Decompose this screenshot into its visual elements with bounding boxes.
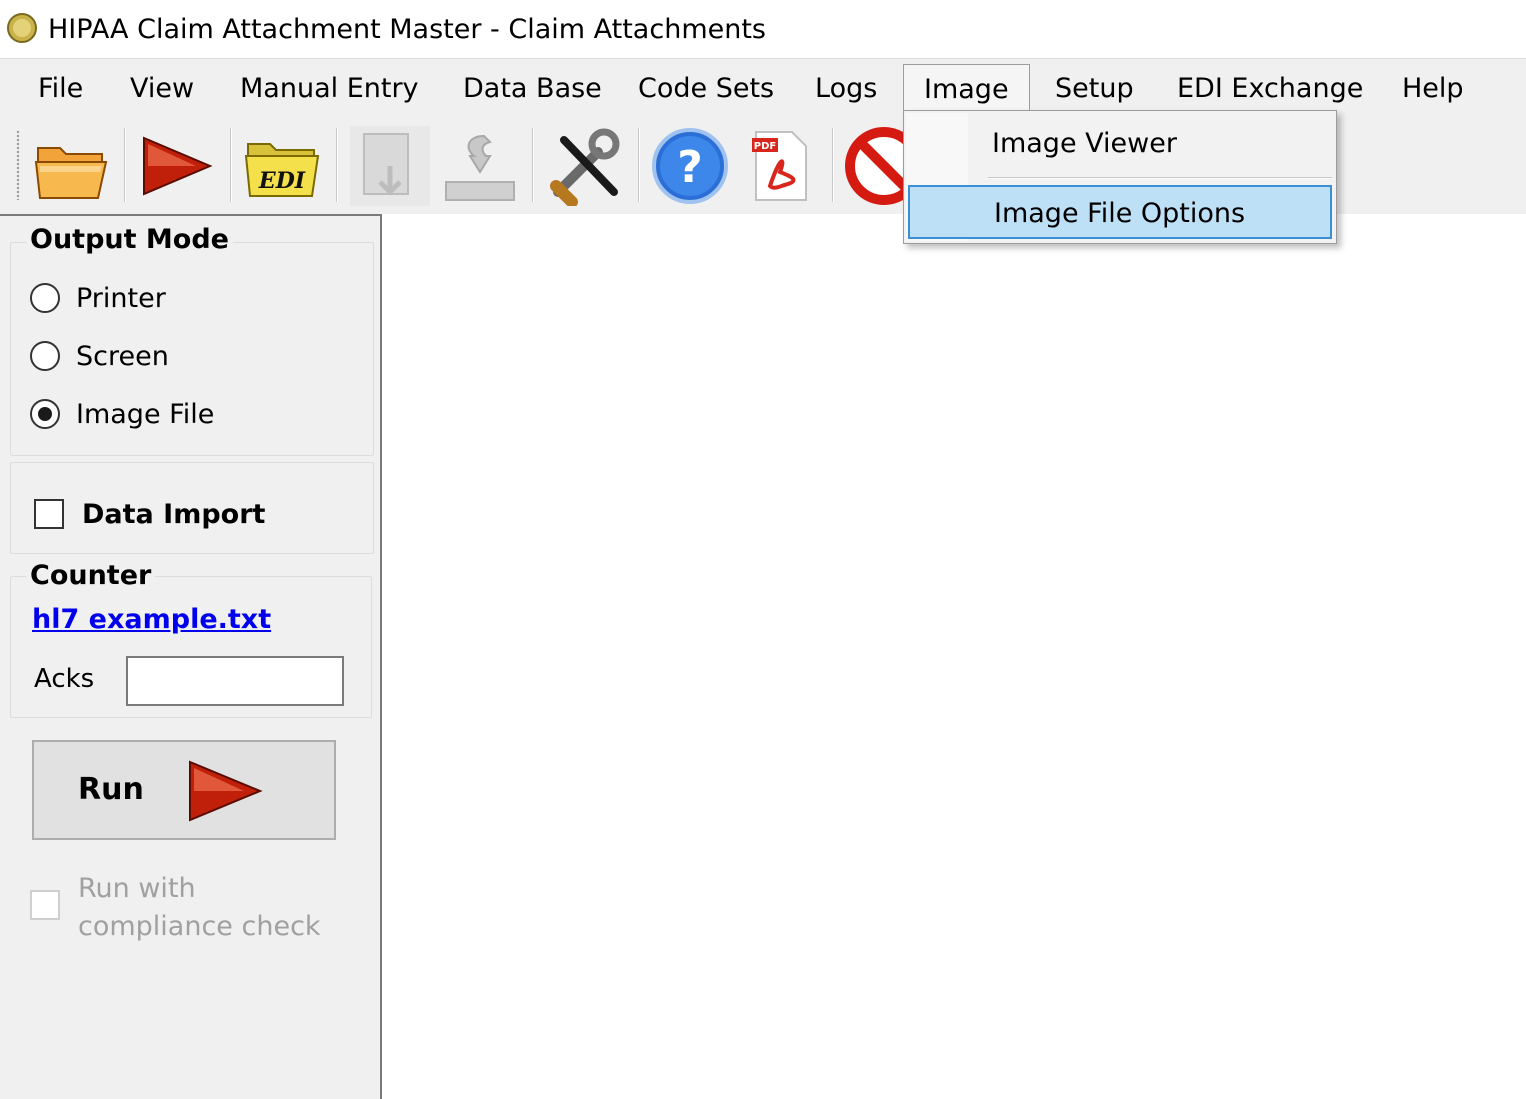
radio-screen[interactable]: Screen — [30, 336, 169, 376]
menu-edi-exchange[interactable]: EDI Exchange — [1173, 69, 1367, 109]
svg-text:PDF: PDF — [754, 141, 776, 152]
menu-code-sets[interactable]: Code Sets — [634, 69, 778, 109]
radio-printer[interactable]: Printer — [30, 278, 166, 318]
menu-data-base[interactable]: Data Base — [459, 69, 606, 109]
radio-image-file-button[interactable] — [30, 399, 60, 429]
radio-screen-button[interactable] — [30, 341, 60, 371]
open-folder-button[interactable] — [32, 126, 112, 206]
file-link[interactable]: hl7 example.txt — [32, 604, 271, 635]
menu-file[interactable]: File — [34, 69, 87, 109]
tools-icon — [550, 128, 620, 206]
run-toolbar-button[interactable] — [136, 126, 216, 206]
download-icon — [363, 133, 409, 196]
compliance-label-line2: compliance check — [78, 911, 321, 942]
menu-item-image-file-options[interactable]: Image File Options — [908, 185, 1332, 239]
radio-printer-label: Printer — [76, 282, 166, 314]
menu-separator — [988, 177, 1332, 179]
run-arrow-icon — [143, 136, 213, 196]
radio-screen-label: Screen — [76, 340, 169, 372]
pdf-icon: PDF — [752, 131, 807, 201]
data-import-label: Data Import — [82, 498, 266, 530]
import-button[interactable] — [440, 126, 520, 206]
toolbar-grip[interactable] — [16, 130, 20, 200]
import-icon — [445, 134, 515, 201]
title-bar: HIPAA Claim Attachment Master - Claim At… — [0, 0, 1526, 58]
help-button[interactable]: ? — [650, 126, 730, 206]
compliance-label-line1: Run with — [78, 873, 196, 904]
app-coin-icon — [7, 13, 37, 43]
edi-folder-icon: EDI — [244, 143, 320, 197]
acks-label: Acks — [34, 664, 95, 694]
counter-title: Counter — [26, 560, 156, 591]
run-button[interactable]: Run — [32, 740, 336, 840]
edi-folder-button[interactable]: EDI — [242, 126, 322, 206]
open-folder-icon — [34, 147, 108, 199]
help-icon: ? — [652, 128, 728, 204]
radio-image-file[interactable]: Image File — [30, 394, 214, 434]
radio-printer-button[interactable] — [30, 283, 60, 313]
left-panel: Output Mode Printer Screen Image File Da… — [0, 214, 382, 1099]
acks-input[interactable] — [126, 656, 344, 706]
image-menu-dropdown: Image Viewer Image File Options — [903, 110, 1337, 244]
svg-text:EDI: EDI — [258, 168, 306, 194]
svg-text:?: ? — [677, 142, 703, 193]
run-button-label: Run — [78, 772, 144, 807]
menu-help[interactable]: Help — [1398, 69, 1468, 109]
menu-view[interactable]: View — [126, 69, 198, 109]
menu-logs[interactable]: Logs — [811, 69, 881, 109]
window-title: HIPAA Claim Attachment Master - Claim At… — [48, 14, 766, 45]
compliance-label: Run with compliance check — [78, 870, 321, 946]
data-import-checkbox-row[interactable]: Data Import — [34, 494, 265, 534]
menu-item-image-viewer[interactable]: Image Viewer — [908, 117, 1332, 171]
menu-setup[interactable]: Setup — [1051, 69, 1138, 109]
menu-image[interactable]: Image — [903, 64, 1030, 115]
run-arrow-icon — [189, 760, 263, 822]
output-mode-title: Output Mode — [26, 224, 233, 255]
data-import-checkbox[interactable] — [34, 499, 64, 529]
download-button[interactable] — [350, 126, 430, 206]
menu-manual-entry[interactable]: Manual Entry — [236, 69, 423, 109]
tools-button[interactable] — [544, 126, 624, 206]
radio-image-file-label: Image File — [76, 398, 215, 430]
pdf-button[interactable]: PDF — [740, 126, 820, 206]
compliance-checkbox[interactable] — [30, 890, 60, 920]
